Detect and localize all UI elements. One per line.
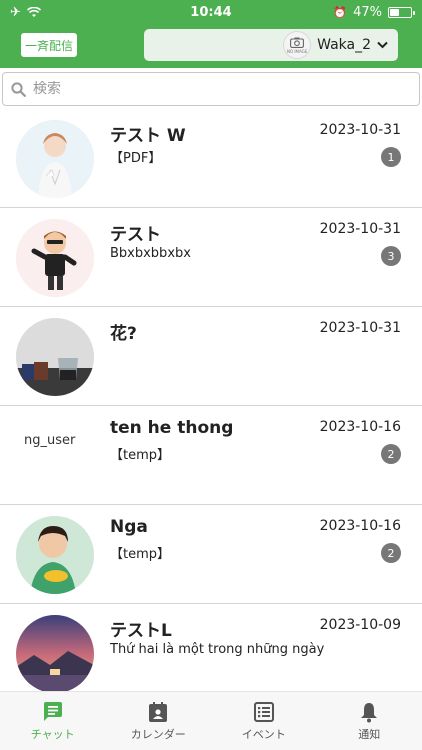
tab-label: チャット [30,727,75,741]
search-input[interactable] [33,81,393,97]
chat-date: 2023-10-16 [319,419,401,435]
chat-date: 2023-10-09 [319,617,401,633]
unread-badge: 2 [381,543,401,563]
bell-icon [361,702,378,722]
status-right: ⏰ 47% [333,4,415,20]
search-bar [0,68,422,110]
chat-name: 花? [110,324,137,344]
status-left: ✈ [10,5,41,20]
battery-icon [388,6,415,18]
battery-percent: 47% [353,4,382,20]
avatar [16,120,94,198]
chevron-down-icon [377,41,388,49]
chat-preview: Thứ hai là một trong những ngày [110,642,325,657]
chat-name: Nga [110,517,148,537]
chat-row[interactable]: テスト 2023-10-31 Bbxbxbbxbx 3 [0,208,422,307]
unread-badge: 2 [381,444,401,464]
avatar [16,615,94,691]
tab-chat[interactable]: チャット [0,692,106,750]
airplane-icon: ✈ [10,4,21,20]
avatar-alt-text: ng_user [24,433,76,448]
status-time: 10:44 [190,4,232,20]
camera-icon [290,37,305,48]
chat-preview: 【PDF】 [110,151,162,166]
chat-date: 2023-10-31 [319,122,401,138]
chat-name: ten he thong [110,418,234,438]
battery-fill [390,8,400,16]
event-list-icon [253,701,274,722]
chat-row[interactable]: テスト W 2023-10-31 【PDF】 1 [0,109,422,208]
chat-row[interactable]: Nga 2023-10-16 【temp】 2 [0,505,422,604]
chat-name: テストL [110,621,172,641]
account-avatar: NO IMAGE [283,31,312,59]
chat-date: 2023-10-16 [319,518,401,534]
chat-list: テスト W 2023-10-31 【PDF】 1 テスト 2023-10-31 … [0,109,422,691]
calendar-icon [149,701,168,722]
chat-name: テスト [110,225,161,245]
chat-name: テスト W [110,126,186,146]
app-header: 一斉配信 NO IMAGE Waka_2 [0,24,422,68]
chat-preview: 【temp】 [110,448,171,463]
no-image-label: NO IMAGE [286,48,308,54]
chat-preview: 【temp】 [110,547,171,562]
tab-notification[interactable]: 通知 [317,692,422,750]
avatar: ng_user [16,417,94,495]
account-name: Waka_2 [317,37,371,53]
chat-date: 2023-10-31 [319,221,401,237]
tab-label: カレンダー [130,727,186,741]
search-box[interactable] [2,72,420,106]
unread-badge: 3 [381,246,401,266]
chat-row[interactable]: テストL 2023-10-09 Thứ hai là một trong nhữ… [0,604,422,691]
chat-row[interactable]: 花? 2023-10-31 [0,307,422,406]
tab-label: イベント [241,727,286,741]
alarm-icon: ⏰ [333,5,348,19]
tab-event[interactable]: イベント [211,692,317,750]
chat-preview: Bbxbxbbxbx [110,246,191,261]
avatar [16,219,94,297]
status-bar: ✈ 10:44 ⏰ 47% [0,0,422,24]
wifi-icon [26,6,41,17]
account-selector[interactable]: NO IMAGE Waka_2 [144,29,398,61]
bottom-tab-bar: チャット カレンダー イベント 通知 [0,691,422,750]
broadcast-button[interactable]: 一斉配信 [21,33,77,57]
tab-label: 通知 [358,727,381,741]
chat-date: 2023-10-31 [319,320,401,336]
avatar [16,318,94,396]
unread-badge: 1 [381,147,401,167]
tab-calendar[interactable]: カレンダー [106,692,212,750]
search-icon [11,81,26,97]
avatar [16,516,94,594]
chat-row[interactable]: ng_user ten he thong 2023-10-16 【temp】 2 [0,406,422,505]
chat-icon [43,701,62,721]
